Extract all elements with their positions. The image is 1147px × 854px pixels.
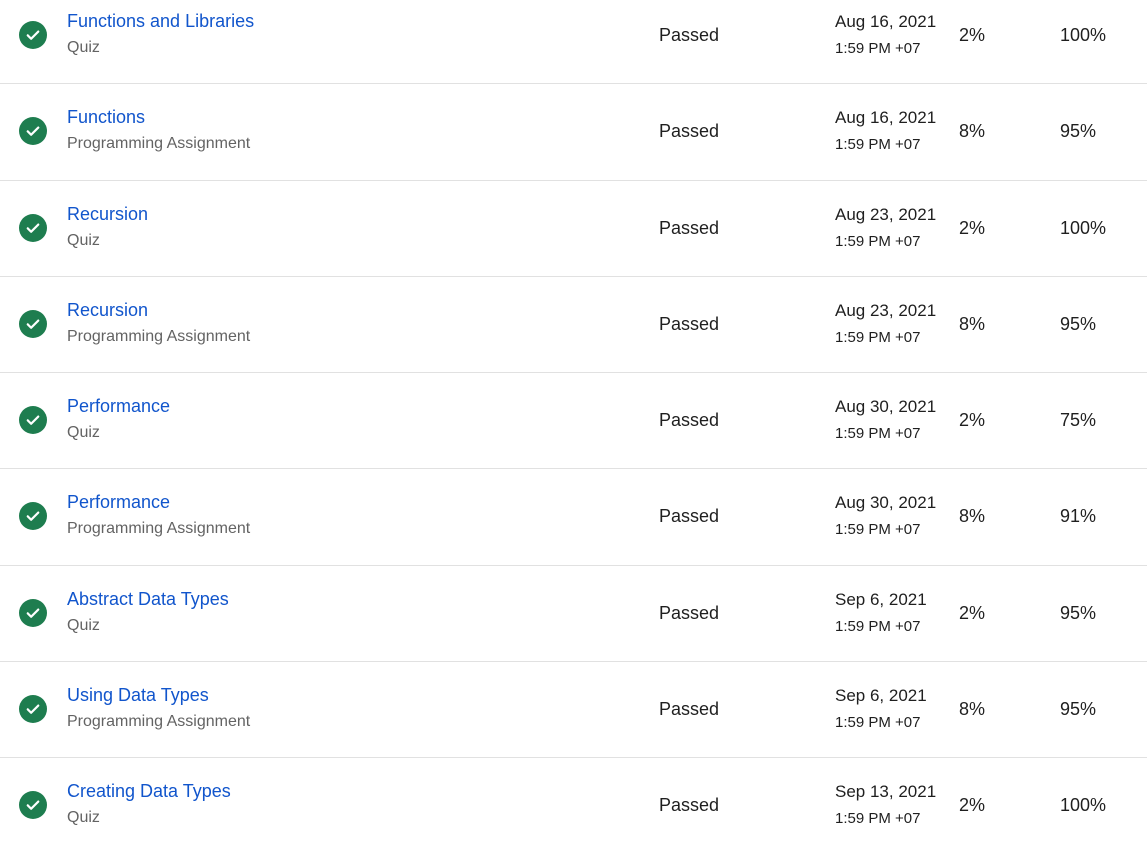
table-row: Recursion Quiz Passed Aug 23, 2021 1:59 … <box>0 179 1147 276</box>
item-type: Quiz <box>67 616 100 634</box>
table-row: Using Data Types Programming Assignment … <box>0 661 1147 757</box>
item-due-time: 1:59 PM +07 <box>835 714 921 732</box>
item-weight: 8% <box>959 313 986 334</box>
item-title-link[interactable]: Recursion <box>67 300 148 321</box>
check-circle-icon <box>19 502 47 531</box>
item-status: Passed <box>659 410 720 431</box>
item-grade: 95% <box>1060 313 1097 334</box>
item-grade: 100% <box>1060 795 1107 816</box>
item-status: Passed <box>659 506 720 527</box>
item-type: Quiz <box>67 39 100 56</box>
item-due-time: 1:59 PM +07 <box>835 232 921 250</box>
item-due-time: 1:59 PM +07 <box>835 810 921 828</box>
item-due-time: 1:59 PM +07 <box>835 425 921 443</box>
item-weight: 8% <box>959 506 986 527</box>
item-status: Passed <box>659 313 720 334</box>
item-type: Programming Assignment <box>67 713 251 731</box>
item-type: Quiz <box>67 231 100 249</box>
item-title-link[interactable]: Recursion <box>67 204 148 225</box>
check-circle-icon <box>19 695 47 724</box>
item-type: Programming Assignment <box>67 520 251 538</box>
grades-table: Functions and Libraries Quiz Passed Aug … <box>0 0 1147 854</box>
item-title-link[interactable]: Performance <box>67 492 170 513</box>
item-weight: 8% <box>959 699 986 720</box>
item-due-time: 1:59 PM +07 <box>835 328 921 346</box>
item-weight: 2% <box>959 602 986 623</box>
item-due-date: Aug 16, 2021 <box>835 12 937 31</box>
item-grade: 91% <box>1060 506 1097 527</box>
item-weight: 2% <box>959 217 986 238</box>
table-row: Abstract Data Types Quiz Passed Sep 6, 2… <box>0 564 1147 661</box>
check-circle-icon <box>19 791 47 820</box>
check-circle-icon <box>19 309 47 338</box>
table-row: Recursion Programming Assignment Passed … <box>0 275 1147 372</box>
table-row: Performance Programming Assignment Passe… <box>0 468 1147 564</box>
item-status: Passed <box>659 121 720 142</box>
check-circle-icon <box>19 213 47 242</box>
item-grade: 95% <box>1060 699 1097 720</box>
table-row: Functions and Libraries Quiz Passed Aug … <box>0 0 1147 83</box>
item-grade: 100% <box>1060 217 1107 238</box>
item-title-link[interactable]: Functions and Libraries <box>67 11 254 32</box>
item-due-date: Aug 16, 2021 <box>835 108 937 128</box>
item-grade: 95% <box>1060 602 1097 623</box>
item-type: Programming Assignment <box>67 327 251 345</box>
item-title-link[interactable]: Creating Data Types <box>67 781 231 802</box>
item-status: Passed <box>659 217 720 238</box>
table-row: Performance Quiz Passed Aug 30, 2021 1:5… <box>0 372 1147 468</box>
item-weight: 2% <box>959 795 986 816</box>
item-due-date: Sep 6, 2021 <box>835 686 927 706</box>
item-grade: 95% <box>1060 121 1097 142</box>
table-row: Creating Data Types Quiz Passed Sep 13, … <box>0 757 1147 853</box>
item-due-time: 1:59 PM +07 <box>835 521 921 539</box>
item-due-date: Aug 23, 2021 <box>835 204 937 224</box>
check-circle-icon <box>19 21 47 49</box>
item-status: Passed <box>659 699 720 720</box>
item-grade: 100% <box>1060 25 1107 45</box>
item-title-link[interactable]: Using Data Types <box>67 685 209 706</box>
item-weight: 8% <box>959 121 986 142</box>
item-due-time: 1:59 PM +07 <box>835 136 921 154</box>
item-due-time: 1:59 PM +07 <box>835 617 921 635</box>
item-status: Passed <box>659 795 720 816</box>
item-due-date: Aug 23, 2021 <box>835 300 937 320</box>
item-due-date: Aug 30, 2021 <box>835 493 937 513</box>
item-title-link[interactable]: Performance <box>67 396 170 417</box>
check-circle-icon <box>19 598 47 627</box>
item-status: Passed <box>659 602 720 623</box>
item-status: Passed <box>659 25 720 45</box>
item-due-date: Sep 13, 2021 <box>835 782 937 802</box>
item-type: Programming Assignment <box>67 135 251 153</box>
item-weight: 2% <box>959 25 986 45</box>
item-weight: 2% <box>959 410 986 431</box>
check-circle-icon <box>19 117 47 146</box>
item-due-date: Aug 30, 2021 <box>835 397 937 417</box>
item-due-date: Sep 6, 2021 <box>835 589 927 609</box>
item-due-time: 1:59 PM +07 <box>835 40 921 57</box>
item-title-link[interactable]: Abstract Data Types <box>67 589 229 610</box>
item-type: Quiz <box>67 809 100 827</box>
table-row: Functions Programming Assignment Passed … <box>0 83 1147 179</box>
item-type: Quiz <box>67 424 100 442</box>
item-grade: 75% <box>1060 410 1097 431</box>
item-title-link[interactable]: Functions <box>67 107 145 128</box>
check-circle-icon <box>19 406 47 435</box>
